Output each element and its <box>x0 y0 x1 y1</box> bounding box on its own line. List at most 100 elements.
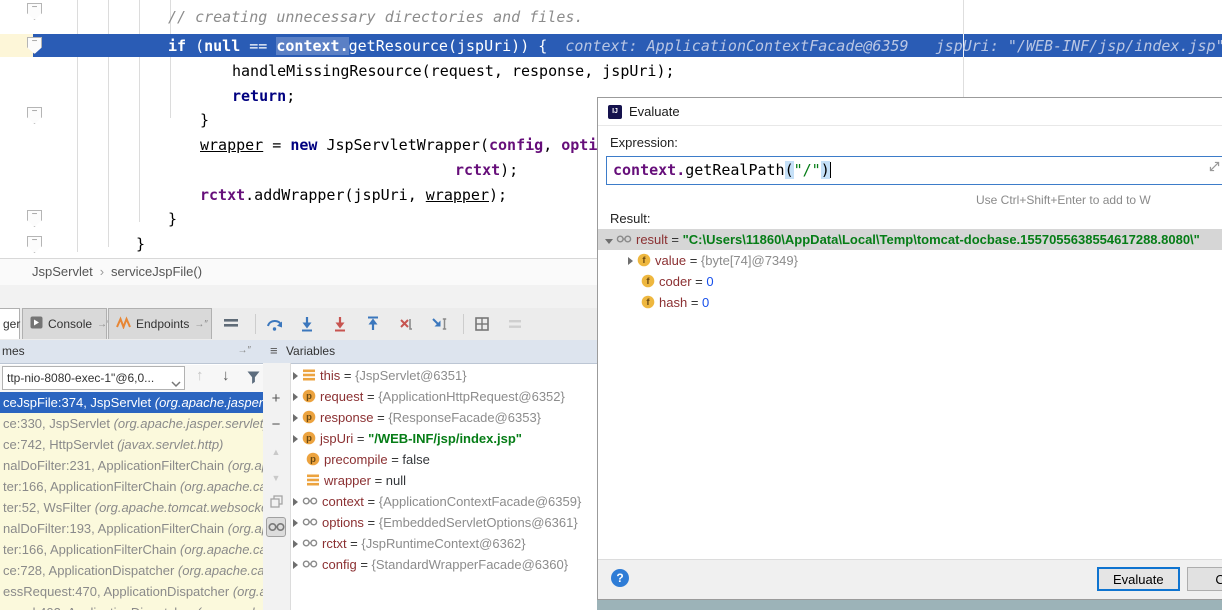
expand-chevron-icon[interactable] <box>293 498 298 506</box>
run-to-cursor-icon[interactable] <box>430 315 448 333</box>
inline-debugger-hint: context: ApplicationContextFacade@6359 j… <box>565 37 1222 55</box>
frames-panel-header: mes →″ <box>0 340 263 364</box>
frame-row[interactable]: ce:330, JspServlet (org.apache.jasper.se… <box>0 413 263 434</box>
expand-chevron-icon[interactable] <box>605 239 613 244</box>
variables-tree: this = {JspServlet@6351}prequest = {Appl… <box>291 363 597 610</box>
variable-row[interactable]: config = {StandardWrapperFacade@6360} <box>291 554 597 575</box>
watch-icon <box>302 536 322 551</box>
result-label: Result: <box>610 211 650 226</box>
variable-row[interactable]: pprecompile = false <box>291 449 597 470</box>
duplicate-icon[interactable] <box>266 491 286 511</box>
expand-chevron-icon[interactable] <box>628 257 633 265</box>
frame-row[interactable]: nalDoFilter:231, ApplicationFilterChain … <box>0 455 263 476</box>
watch-glasses-icon[interactable] <box>266 517 286 537</box>
close-button[interactable]: Close <box>1187 567 1222 591</box>
expand-chevron-icon[interactable] <box>293 435 298 443</box>
variable-row[interactable]: pjspUri = "/WEB-INF/jsp/index.jsp" <box>291 428 597 449</box>
dialog-title-bar[interactable]: IJ Evaluate <box>598 98 1222 126</box>
tab-console[interactable]: Console →″ <box>22 308 107 339</box>
variables-panel-header: ≡ Variables <box>263 340 597 364</box>
expand-chevron-icon[interactable] <box>293 414 298 422</box>
expand-chevron-icon[interactable] <box>293 372 298 380</box>
filter-icon[interactable] <box>246 370 261 390</box>
help-icon[interactable]: ? <box>611 569 629 587</box>
frame-row[interactable]: essRequest:470, ApplicationDispatcher (o… <box>0 581 263 602</box>
result-row[interactable]: fvalue = {byte[74]@7349} <box>598 250 1222 271</box>
watches-hint: Use Ctrl+Shift+Enter to add to W <box>976 193 1151 207</box>
variable-row[interactable]: options = {EmbeddedServletOptions@6361} <box>291 512 597 533</box>
gear-icon <box>1206 58 1222 79</box>
frame-row[interactable]: rward:402, ApplicationDispatcher (org.ap… <box>0 602 263 610</box>
param-icon: p <box>302 431 320 446</box>
toolbar-separator <box>255 314 256 334</box>
step-over-icon[interactable] <box>265 315 283 333</box>
tab-endpoints[interactable]: Endpoints →″ <box>108 308 212 339</box>
drop-frame-icon[interactable] <box>397 315 415 333</box>
chevron-down-icon <box>171 373 181 390</box>
thread-selector-dropdown[interactable]: ttp-nio-8080-exec-1"@6,0... <box>2 366 185 390</box>
frame-row[interactable]: ce:728, ApplicationDispatcher (org.apach… <box>0 560 263 581</box>
value-icon <box>306 473 324 488</box>
variable-row[interactable]: this = {JspServlet@6351} <box>291 365 597 386</box>
ide-screen: − − − − − // creating unnecessary direct… <box>0 0 1222 610</box>
variable-row[interactable]: wrapper = null <box>291 470 597 491</box>
panel-menu-icon[interactable]: ≡ <box>270 343 278 358</box>
move-down-icon[interactable]: ▼ <box>266 468 286 488</box>
watches-toolbar: + − ▲ ▼ <box>263 363 291 610</box>
expression-label: Expression: <box>610 135 678 150</box>
value-icon <box>302 368 320 383</box>
watch-icon <box>302 515 322 530</box>
evaluate-expression-icon[interactable] <box>473 315 491 333</box>
result-row[interactable]: result = "C:\Users\11860\AppData\Local\T… <box>598 229 1222 250</box>
variable-row[interactable]: prequest = {ApplicationHttpRequest@6352} <box>291 386 597 407</box>
console-icon <box>30 316 43 332</box>
expand-chevron-icon[interactable] <box>293 561 298 569</box>
svg-text:p: p <box>310 454 316 465</box>
breadcrumb-item[interactable]: JspServlet <box>32 264 93 279</box>
expand-chevron-icon[interactable] <box>293 540 298 548</box>
tab-debugger[interactable]: ger <box>0 308 20 339</box>
expression-input[interactable]: context.getRealPath("/") <box>606 156 1222 185</box>
variables-panel-title: Variables <box>286 344 335 358</box>
move-up-icon[interactable]: ▲ <box>266 442 286 462</box>
add-watch-icon[interactable]: + <box>266 388 286 408</box>
result-row[interactable]: fhash = 0 <box>598 292 1222 313</box>
frame-row[interactable]: ce:742, HttpServlet (javax.servlet.http) <box>0 434 263 455</box>
step-out-icon[interactable] <box>364 315 382 333</box>
frame-row[interactable]: ceJspFile:374, JspServlet (org.apache.ja… <box>0 392 263 413</box>
step-into-icon[interactable] <box>298 315 316 333</box>
frames-panel: mes →″ ttp-nio-8080-exec-1"@6,0... ↑ ↓ c… <box>0 340 264 610</box>
code-line: } <box>136 233 145 255</box>
result-row[interactable]: fcoder = 0 <box>598 271 1222 292</box>
gear-icon <box>1206 86 1222 107</box>
expand-chevron-icon[interactable] <box>293 393 298 401</box>
expand-editor-icon[interactable] <box>1208 156 1221 182</box>
frame-row[interactable]: nalDoFilter:193, ApplicationFilterChain … <box>0 518 263 539</box>
variable-row[interactable]: presponse = {ResponseFacade@6353} <box>291 407 597 428</box>
tab-console-label: Console <box>48 317 92 331</box>
code-line: if (null == context.getResource(jspUri))… <box>168 35 1222 57</box>
frame-row[interactable]: ter:166, ApplicationFilterChain (org.apa… <box>0 476 263 497</box>
breadcrumb-item[interactable]: serviceJspFile() <box>111 264 202 279</box>
settings-menu-icon[interactable] <box>222 315 240 333</box>
intellij-logo-icon: IJ <box>608 105 622 119</box>
watch-icon <box>302 494 322 509</box>
expand-chevron-icon[interactable] <box>293 519 298 527</box>
frames-panel-title: mes <box>2 344 25 358</box>
remove-watch-icon[interactable]: − <box>266 414 286 434</box>
field-icon: f <box>637 253 655 268</box>
layout-icon[interactable] <box>506 315 524 333</box>
jump-source-icon: →″ <box>237 340 251 362</box>
force-step-into-icon[interactable] <box>331 315 349 333</box>
dialog-title: Evaluate <box>629 104 680 119</box>
frame-row[interactable]: ter:166, ApplicationFilterChain (org.apa… <box>0 539 263 560</box>
breadcrumb-separator: › <box>100 264 104 279</box>
thread-selector-value: ttp-nio-8080-exec-1"@6,0... <box>7 371 154 385</box>
evaluate-button[interactable]: Evaluate <box>1097 567 1180 591</box>
up-arrow-icon[interactable]: ↑ <box>196 367 204 384</box>
down-arrow-icon[interactable]: ↓ <box>222 367 230 384</box>
variable-row[interactable]: context = {ApplicationContextFacade@6359… <box>291 491 597 512</box>
svg-text:p: p <box>306 412 312 423</box>
frame-row[interactable]: ter:52, WsFilter (org.apache.tomcat.webs… <box>0 497 263 518</box>
variable-row[interactable]: rctxt = {JspRuntimeContext@6362} <box>291 533 597 554</box>
